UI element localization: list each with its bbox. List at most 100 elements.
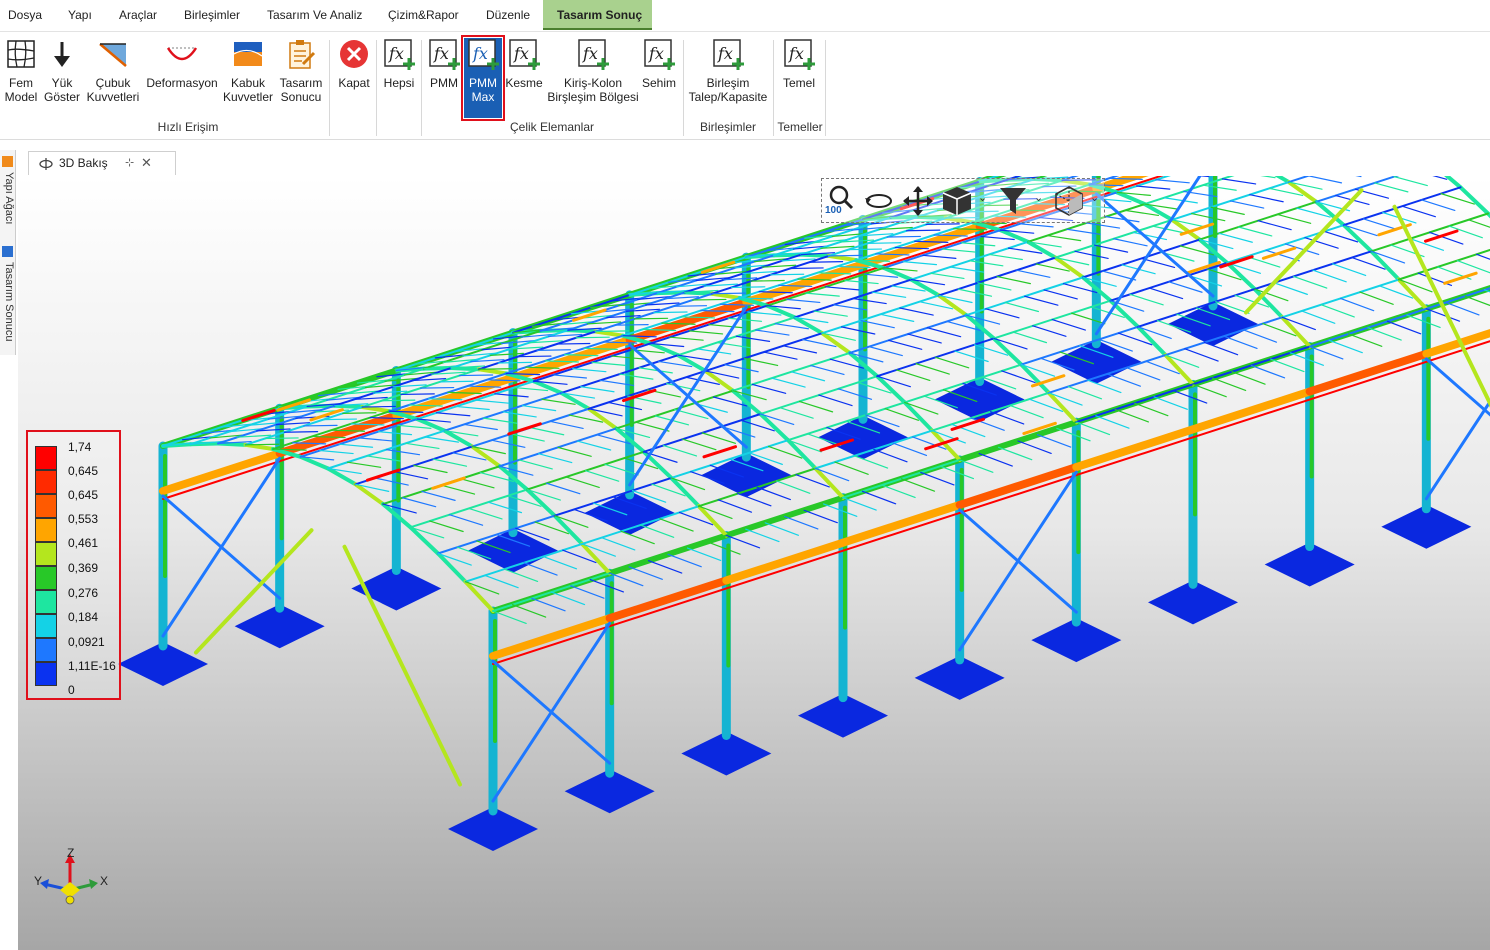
truss-web bbox=[970, 417, 1005, 431]
kabuk-kuvvetler-label-1: Kabuk bbox=[230, 76, 266, 90]
legend-swatch bbox=[35, 542, 57, 566]
truss-web bbox=[1242, 329, 1278, 343]
truss-web bbox=[647, 560, 683, 574]
crane-girder bbox=[742, 260, 867, 307]
menu-araclar[interactable]: Araçlar bbox=[113, 0, 163, 30]
truss-web bbox=[400, 393, 435, 396]
truss-web bbox=[429, 520, 464, 533]
close-tab-icon[interactable]: ✕ bbox=[141, 152, 152, 174]
truss-web bbox=[1184, 348, 1219, 362]
truss-web bbox=[303, 424, 338, 427]
truss-web bbox=[852, 297, 887, 305]
truss-web bbox=[764, 522, 800, 536]
svg-text:fx: fx bbox=[433, 44, 449, 63]
truss-web bbox=[639, 524, 675, 538]
truss-web bbox=[696, 348, 732, 355]
truss-web bbox=[847, 248, 883, 251]
truss-web bbox=[1292, 275, 1328, 289]
menu-cizim-rapor[interactable]: Çizim&Rapor bbox=[382, 0, 465, 30]
yuk-goster-button[interactable]: Yük Göster bbox=[43, 38, 81, 118]
truss-web bbox=[1106, 373, 1141, 387]
birlesim-talep-kapasite-button[interactable]: fx Birleşim Talep/Kapasite bbox=[686, 38, 770, 118]
orbit-icon[interactable] bbox=[864, 188, 894, 214]
truss-web bbox=[283, 431, 319, 433]
truss-web bbox=[432, 458, 468, 467]
axis-label-x: X bbox=[100, 874, 109, 888]
roof-arch bbox=[1458, 185, 1490, 216]
menu-tasarim-ve-analiz[interactable]: Tasarım Ve Analiz bbox=[261, 0, 368, 30]
deformation-curve-icon bbox=[166, 47, 198, 61]
truss-web bbox=[892, 442, 928, 457]
menu-dosya[interactable]: Dosya bbox=[2, 0, 48, 30]
legend-swatch bbox=[35, 566, 57, 590]
kesme-button[interactable]: fx Kesme bbox=[505, 38, 543, 118]
filter-icon[interactable] bbox=[998, 185, 1028, 217]
truss-web bbox=[824, 286, 860, 291]
kabuk-kuvvetler-button[interactable]: Kabuk Kuvvetler bbox=[223, 38, 273, 118]
chevron-down-icon[interactable]: ⌄ bbox=[1090, 191, 1099, 204]
tab-3d-bakis[interactable]: 3D Bakış ⊹ ✕ bbox=[28, 151, 176, 175]
truss-web bbox=[1202, 184, 1237, 191]
truss-web bbox=[1273, 282, 1308, 295]
chevron-down-icon[interactable]: ⌄ bbox=[1034, 191, 1043, 204]
cube-view-icon[interactable] bbox=[940, 184, 974, 218]
results-icon bbox=[2, 246, 13, 257]
side-tab-tasarim-sonucu[interactable]: Tasarım Sonucu bbox=[1, 262, 15, 350]
menu-yapi[interactable]: Yapı bbox=[62, 0, 98, 30]
truss-web bbox=[907, 333, 942, 344]
roof-arch bbox=[710, 291, 742, 300]
menu-tasarim-sonuc[interactable]: Tasarım Sonuç bbox=[543, 0, 652, 30]
truss-web bbox=[1004, 301, 1040, 313]
truss-web bbox=[737, 492, 772, 507]
truss-web bbox=[725, 534, 761, 549]
crane-girder bbox=[509, 335, 634, 382]
section-box-icon[interactable] bbox=[1052, 184, 1086, 218]
chevron-down-icon[interactable]: ⌄ bbox=[978, 191, 987, 204]
deformasyon-label: Deformasyon bbox=[146, 76, 218, 90]
tasarim-sonucu-button[interactable]: Tasarım Sonucu bbox=[277, 38, 325, 118]
truss-web bbox=[1331, 263, 1367, 277]
truss-web bbox=[1095, 415, 1130, 429]
pin-icon[interactable]: ⊹ bbox=[125, 152, 134, 174]
truss-web bbox=[1221, 178, 1257, 185]
truss-web bbox=[1309, 345, 1344, 360]
truss-web bbox=[803, 509, 838, 524]
legend-label: 0,461 bbox=[68, 536, 99, 550]
yuk-goster-label-1: Yük bbox=[51, 76, 73, 90]
truss-web bbox=[484, 574, 519, 589]
truss-web bbox=[463, 423, 498, 431]
temel-button[interactable]: fx Temel bbox=[778, 38, 820, 118]
truss-web bbox=[985, 308, 1020, 319]
truss-web bbox=[867, 242, 902, 244]
ribbon-separator bbox=[376, 40, 377, 136]
pmm-button[interactable]: fx PMM bbox=[425, 38, 463, 118]
truss-web bbox=[1355, 176, 1362, 178]
birlesim-label-2: Talep/Kapasite bbox=[688, 90, 768, 104]
member-forces-icon bbox=[99, 43, 127, 67]
truss-web bbox=[565, 476, 600, 489]
truss-web bbox=[1320, 304, 1355, 318]
side-tab-yapi-agaci[interactable]: Yapı Ağacı bbox=[1, 172, 15, 234]
truss-web bbox=[978, 452, 1013, 467]
deformasyon-button[interactable]: Deformasyon bbox=[145, 38, 219, 118]
roof-arch bbox=[1444, 176, 1463, 190]
cubuk-kuvvetleri-button[interactable]: Çubuk Kuvvetleri bbox=[85, 38, 141, 118]
kapat-button[interactable]: Kapat bbox=[334, 38, 374, 118]
fem-model-button[interactable]: Fem Model bbox=[2, 38, 40, 118]
hepsi-button[interactable]: fx Hepsi bbox=[380, 38, 418, 118]
fem-model-label-1: Fem bbox=[9, 76, 33, 90]
truss-web bbox=[980, 235, 1015, 241]
kapat-label: Kapat bbox=[338, 76, 370, 90]
menu-birlesimler[interactable]: Birleşimler bbox=[178, 0, 246, 30]
3d-viewport[interactable]: 100 ⌄ ⌄ ⌄ 1,74 0,645 0,645 0,553 0,461 0… bbox=[18, 176, 1490, 950]
kesme-label: Kesme bbox=[505, 76, 543, 90]
roof-purlin bbox=[1315, 176, 1400, 203]
truss-web bbox=[338, 443, 374, 448]
kiris-kolon-button[interactable]: fx Kiriş-Kolon Birşleşim Bölgesi bbox=[547, 38, 639, 118]
truss-web bbox=[751, 383, 787, 394]
pmm-max-button[interactable]: fx PMM Max bbox=[461, 35, 505, 121]
truss-web bbox=[421, 490, 456, 501]
pan-icon[interactable] bbox=[902, 185, 934, 217]
sehim-button[interactable]: fx Sehim bbox=[640, 38, 678, 118]
menu-duzenle[interactable]: Düzenle bbox=[480, 0, 536, 30]
